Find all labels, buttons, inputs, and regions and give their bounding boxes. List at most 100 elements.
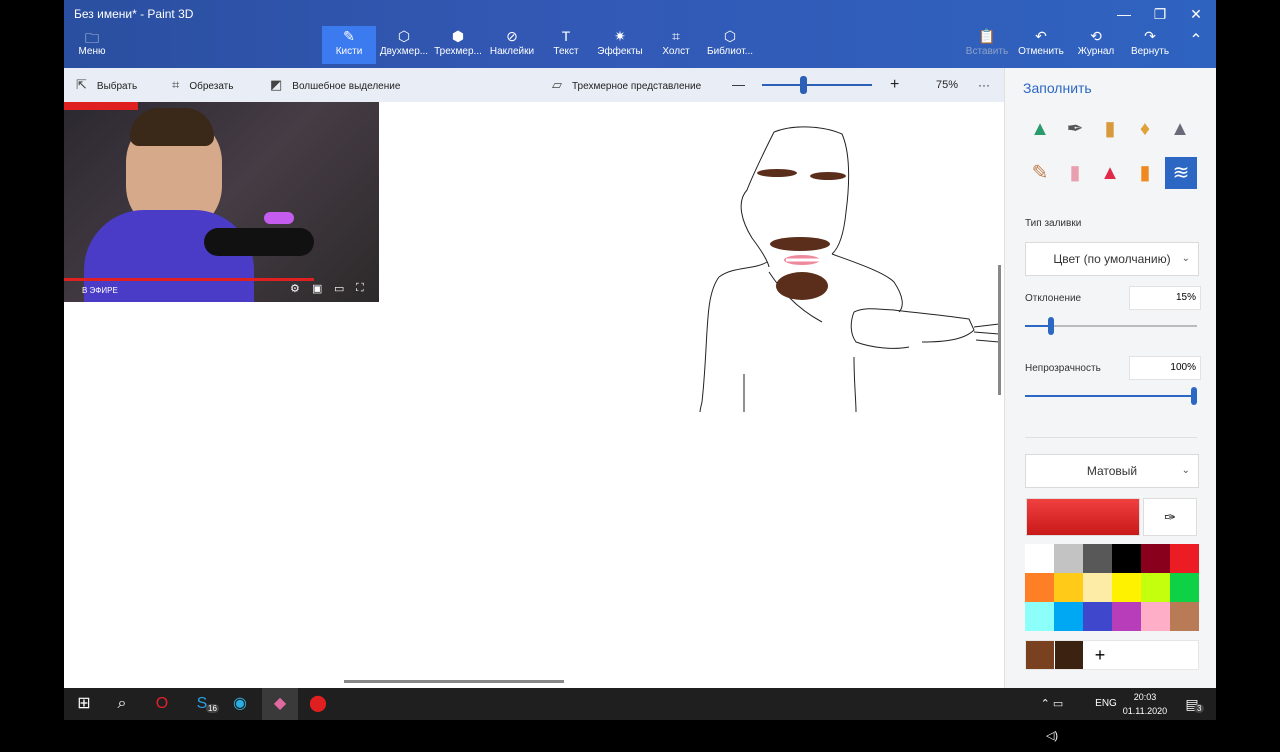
palette-swatch[interactable] [1083,602,1112,631]
palette-swatch[interactable] [1112,573,1141,602]
palette-swatch[interactable] [1170,573,1199,602]
tool-stickers[interactable]: ⊘ Наклейки [486,26,538,64]
pip-icon[interactable]: ▣ [312,282,322,295]
finish-dropdown[interactable]: Матовый ⌄ [1025,454,1199,488]
palette-swatch[interactable] [1112,544,1141,573]
minimize-button[interactable]: — [1106,2,1142,26]
clock[interactable]: 20:03 01.11.2020 [1120,690,1170,718]
deviation-slider[interactable] [1025,317,1197,335]
select-button[interactable]: ⇱ Выбрать [76,68,137,102]
add-color-button[interactable]: + [1090,641,1110,669]
palette-swatch[interactable] [1083,573,1112,602]
palette-swatch[interactable] [1170,602,1199,631]
notifications-icon[interactable]: ▤ [1174,688,1210,720]
fill-type-value: Цвет (по умолчанию) [1053,252,1171,266]
paint3d-window: Без имени* - Paint 3D — ❐ ✕ 🗀 Меню ✎ Кис… [64,0,1216,688]
deviation-input[interactable]: 15% [1129,286,1201,310]
zoom-level[interactable]: 75% [936,68,958,102]
opera-icon[interactable]: O [144,688,180,720]
palette-swatch[interactable] [1054,573,1083,602]
palette-swatch[interactable] [1054,602,1083,631]
magic-select-button[interactable]: ◩ Волшебное выделение [270,68,400,102]
fullscreen-icon[interactable]: ⛶ [356,282,364,295]
palette-swatch[interactable] [1141,544,1170,573]
tool-2d-shapes[interactable]: ⬡ Двухмер... [378,26,430,64]
fill-icon[interactable]: ≋ [1165,157,1197,189]
palette-swatch[interactable] [1054,544,1083,573]
watercolor-icon[interactable]: ♦ [1130,114,1160,144]
opacity-slider-thumb[interactable] [1191,387,1197,405]
chevron-down-icon: ⌄ [1181,253,1190,264]
tool-label: Наклейки [489,46,535,57]
tool-effects[interactable]: ✷ Эффекты [594,26,646,64]
redo-icon: ↷ [1144,28,1156,44]
sub-toolbar: ⇱ Выбрать ⌗ Обрезать ◩ Волшебное выделение … [64,68,1004,102]
palette-swatch[interactable] [1112,602,1141,631]
undo-icon: ↶ [1035,28,1047,44]
action-label: Журнал [1077,46,1115,57]
deviation-slider-thumb[interactable] [1047,317,1054,335]
tray-icons[interactable]: ⌃ ▭ ◁) [1034,688,1070,742]
title-bar: Без имени* - Paint 3D — ❐ ✕ 🗀 Меню ✎ Кис… [64,0,1216,68]
palette-swatch[interactable] [1083,544,1112,573]
marker-icon[interactable]: ▲ [1025,114,1055,144]
oil-brush-icon[interactable]: ▮ [1095,114,1125,144]
collapse-ribbon-button[interactable]: ⌃ [1182,30,1210,68]
zoom-slider-thumb[interactable] [800,76,807,94]
3d-view-button[interactable]: ▱ Трехмерное представление [552,68,701,102]
more-button[interactable]: ··· [978,68,990,102]
redo-button[interactable]: ↷ Вернуть [1124,26,1176,64]
zoom-slider-track[interactable] [762,84,872,86]
taskbar: ⊞ ⌕ O S 16 ◉ ◆ ⬤ ⌃ ▭ ◁) ENG 20:03 01.11.… [64,688,1216,742]
pencil-icon[interactable]: ✎ [1025,158,1055,188]
custom-color-swatch[interactable] [1055,641,1083,669]
tool-text[interactable]: T Текст [542,26,590,64]
palette-swatch[interactable] [1141,602,1170,631]
maximize-button[interactable]: ❐ [1142,2,1178,26]
magic-select-icon: ◩ [270,77,283,92]
recorder-icon[interactable]: ⬤ [300,688,336,720]
eyedropper-icon[interactable]: ✑ [1143,498,1197,536]
crayon-icon[interactable]: ▲ [1095,158,1125,188]
tool-3d-shapes[interactable]: ⬢ Трехмер... [432,26,484,64]
tool-library[interactable]: ⬡ Библиот... [704,26,756,64]
palette-swatch[interactable] [1025,602,1054,631]
paint3d-taskbar-icon[interactable]: ◆ [262,688,298,720]
undo-button[interactable]: ↶ Отменить [1016,26,1066,64]
vertical-scrollbar[interactable] [998,265,1001,395]
language-indicator[interactable]: ENG [1088,688,1124,720]
windows-start-icon[interactable]: ⊞ [66,688,102,720]
calligraphy-pen-icon[interactable]: ✒ [1060,114,1090,144]
paste-icon: 📋 [978,28,996,44]
pixel-pen-icon[interactable]: ▲ [1165,114,1195,144]
settings-icon[interactable]: ⚙ [290,282,300,295]
opacity-input[interactable]: 100% [1129,356,1201,380]
paste-button[interactable]: 📋 Вставить [962,26,1012,64]
palette-swatch[interactable] [1170,544,1199,573]
crop-button[interactable]: ⌗ Обрезать [172,68,233,102]
zoom-in-button[interactable]: + [890,68,899,102]
theater-icon[interactable]: ▭ [334,282,344,295]
search-icon[interactable]: ⌕ [104,688,140,720]
horizontal-scrollbar[interactable] [344,680,564,683]
panel-title: Заполнить [1023,80,1092,96]
eraser-icon[interactable]: ▮ [1060,158,1090,188]
tool-brushes[interactable]: ✎ Кисти [322,26,376,64]
current-color-swatch[interactable] [1026,498,1140,536]
palette-swatch[interactable] [1025,573,1054,602]
palette-swatch[interactable] [1025,544,1054,573]
tool-label: Текст [553,46,579,57]
fill-type-dropdown[interactable]: Цвет (по умолчанию) ⌄ [1025,242,1199,276]
opacity-slider[interactable] [1025,387,1197,405]
tool-canvas[interactable]: ⌗ Холст [652,26,700,64]
tool-label: Библиот... [707,46,753,57]
canvas-icon: ⌗ [672,28,680,44]
palette-swatch[interactable] [1141,573,1170,602]
custom-color-swatch[interactable] [1026,641,1054,669]
app-icon[interactable]: ◉ [222,688,258,720]
spray-can-icon[interactable]: ▮ [1130,158,1160,188]
close-button[interactable]: ✕ [1178,2,1214,26]
history-button[interactable]: ⟲ Журнал [1070,26,1122,64]
zoom-out-button[interactable]: — [732,68,745,102]
menu-button[interactable]: 🗀 Меню [72,28,112,64]
